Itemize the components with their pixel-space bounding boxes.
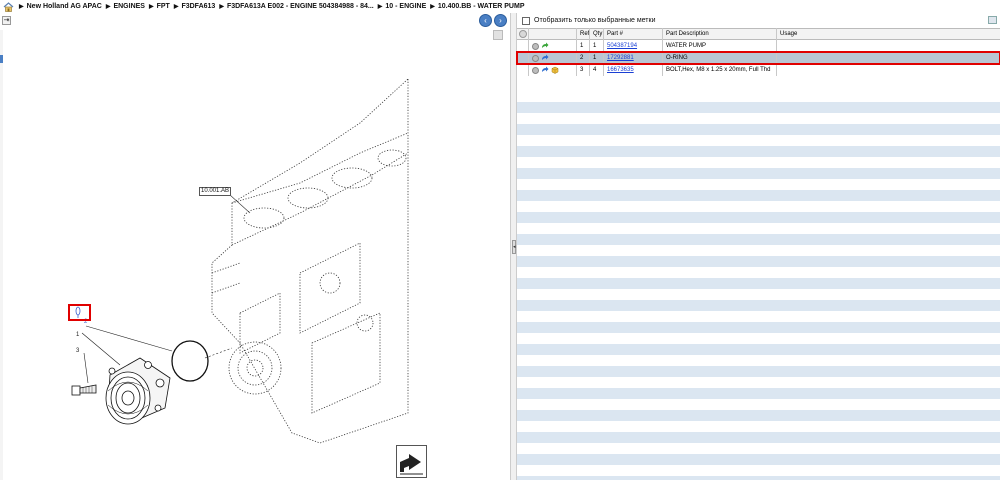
home-icon[interactable]: [3, 1, 14, 12]
callout-3[interactable]: 3: [76, 348, 79, 354]
row-usage: [777, 52, 1000, 64]
row-qty: 1: [590, 52, 604, 64]
row-icons: [529, 40, 577, 52]
row-select-cell[interactable]: [517, 40, 529, 52]
row-usage: [777, 40, 1000, 52]
row-part-number-link[interactable]: 16673635: [604, 64, 663, 76]
table-row-selected[interactable]: 2 1 17292881 O-RING: [516, 51, 1000, 65]
row-icons: [529, 64, 577, 76]
diagram-pane: ⇥ ‹ › 1 3 2 10.001.AB: [0, 13, 510, 480]
breadcrumb-item[interactable]: ▶ 10.400.BB - WATER PUMP: [430, 3, 524, 10]
header-part-number[interactable]: Part #: [604, 28, 663, 40]
row-qty: 4: [590, 64, 604, 76]
blue-arrow-icon[interactable]: [541, 66, 549, 74]
breadcrumb-item[interactable]: ▶ ENGINES: [106, 3, 145, 10]
breadcrumb-item[interactable]: ▶ F3DFA613: [174, 3, 215, 10]
package-icon[interactable]: [551, 66, 559, 74]
parts-list-pane: Отобразить только выбранные метки Ref Qt…: [516, 13, 1000, 480]
header-qty[interactable]: Qty: [590, 28, 604, 40]
breadcrumb-arrow-icon: ▶: [173, 4, 179, 10]
row-usage: [777, 64, 1000, 76]
exploded-parts-diagram: [71, 78, 409, 444]
breadcrumb-item[interactable]: ▶ 10 - ENGINE: [378, 3, 426, 10]
row-part-number-link[interactable]: 504387194: [604, 40, 663, 52]
collapse-icon[interactable]: ◂: [512, 240, 516, 254]
table-row[interactable]: 1 1 504387194 WATER PUMP: [517, 40, 1000, 52]
header-ref[interactable]: Ref: [577, 28, 590, 40]
parts-table: Ref Qty Part # Part Description Usage 1 …: [516, 28, 1000, 76]
row-select-cell[interactable]: [517, 52, 529, 64]
breadcrumb-arrow-icon: ▶: [19, 4, 24, 10]
row-part-number-link[interactable]: 17292881: [604, 52, 663, 64]
gray-circle-icon[interactable]: [532, 66, 539, 74]
green-arrow-icon[interactable]: [541, 42, 549, 50]
breadcrumb-item[interactable]: ▶ New Holland AG APAC: [19, 3, 102, 10]
breadcrumb-arrow-icon: ▶: [105, 4, 111, 10]
row-ref: 2: [577, 52, 590, 64]
row-ref: 1: [577, 40, 590, 52]
gray-circle-icon[interactable]: [532, 42, 539, 50]
breadcrumb-item[interactable]: ▶ FPT: [149, 3, 170, 10]
filter-bar: Отобразить только выбранные метки: [517, 13, 1000, 28]
select-all-cell[interactable]: [517, 28, 529, 40]
header-icons: [529, 28, 577, 40]
go-to-diagram-button[interactable]: [396, 445, 427, 478]
pane-splitter[interactable]: ◂: [510, 13, 517, 480]
breadcrumb-arrow-icon: ▶: [219, 4, 224, 10]
section-reference-label[interactable]: 10.001.AB: [199, 187, 231, 196]
row-icons: [529, 52, 577, 64]
row-select-cell[interactable]: [517, 64, 529, 76]
breadcrumb-item[interactable]: ▶ F3DFA613A E002 - ENGINE 504384988 - 84.…: [219, 3, 373, 10]
table-header: Ref Qty Part # Part Description Usage: [517, 28, 1000, 40]
breadcrumb-arrow-icon: ▶: [430, 4, 435, 10]
row-qty: 1: [590, 40, 604, 52]
gray-circle-icon[interactable]: [532, 54, 539, 62]
show-selected-only-checkbox[interactable]: [522, 16, 530, 25]
row-description: WATER PUMP: [663, 40, 777, 52]
breadcrumb: ▶ New Holland AG APAC ▶ ENGINES ▶ FPT ▶ F3DF…: [0, 0, 1000, 13]
table-row[interactable]: 3 4 16673635 BOLT,Hex, M8 x 1.25 x 20mm,…: [517, 64, 1000, 76]
empty-table-area: [517, 91, 1000, 480]
header-description[interactable]: Part Description: [663, 28, 777, 40]
row-description: BOLT,Hex, M8 x 1.25 x 20mm, Full Thd: [663, 64, 777, 76]
arrow-out-icon: [400, 454, 423, 475]
blue-arrow-icon[interactable]: [541, 54, 549, 62]
show-selected-only-label: Отобразить только выбранные метки: [534, 17, 656, 24]
callout-1[interactable]: 1: [76, 332, 79, 338]
highlight-callout-box: [68, 304, 91, 321]
breadcrumb-arrow-icon: ▶: [377, 4, 383, 10]
row-description: O-RING: [663, 52, 777, 64]
grid-settings-icon[interactable]: [988, 16, 997, 24]
header-usage[interactable]: Usage: [777, 28, 1000, 40]
breadcrumb-arrow-icon: ▶: [148, 4, 154, 10]
row-ref: 3: [577, 64, 590, 76]
select-all-icon[interactable]: [518, 30, 527, 38]
